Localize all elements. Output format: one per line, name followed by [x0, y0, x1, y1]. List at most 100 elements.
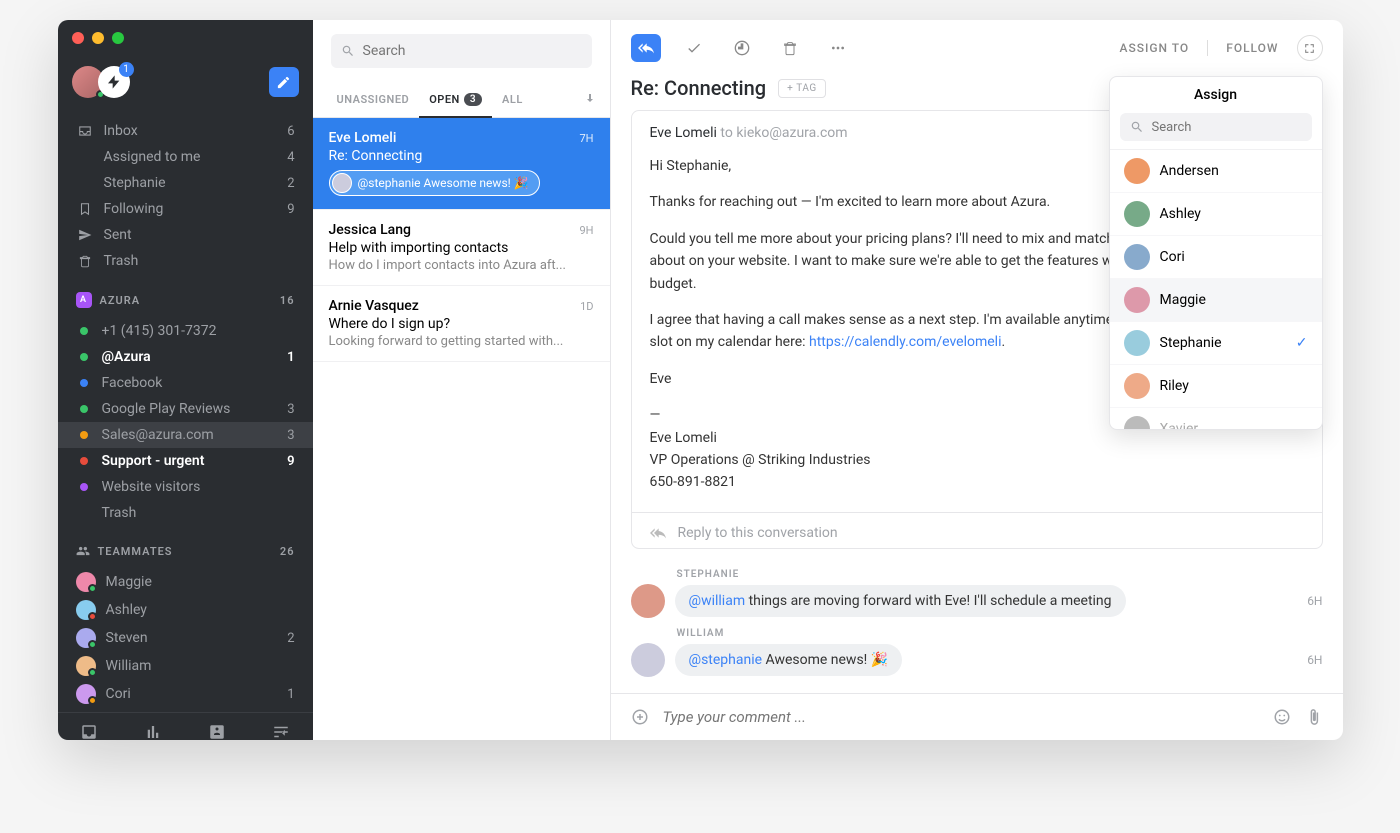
follow-button[interactable]: FOLLOW: [1226, 41, 1278, 55]
channel-dot: [80, 327, 88, 335]
conversation-item[interactable]: Eve Lomeli7HRe: Connecting@stephanie Awe…: [313, 118, 610, 210]
tab-unassigned[interactable]: UNASSIGNED: [327, 82, 420, 117]
channel--1-415-301-7372[interactable]: +1 (415) 301-7372: [58, 318, 313, 344]
channel-website-visitors[interactable]: Website visitors: [58, 474, 313, 500]
assign-option-andersen[interactable]: Andersen: [1110, 150, 1322, 193]
nav-main: Inbox6Assigned to me4Stephanie2Following…: [58, 114, 313, 278]
channel-facebook[interactable]: Facebook: [58, 370, 313, 396]
more-button[interactable]: [823, 34, 853, 62]
comment: WILLIAM@stephanie Awesome news! 🎉6H: [631, 628, 1323, 677]
workspace-header[interactable]: A AZURA 16: [58, 278, 313, 314]
profile-avatar-pair[interactable]: 1: [72, 66, 130, 98]
sidebar-header: 1: [58, 58, 313, 114]
avatar: [1124, 158, 1150, 184]
reply-icon: [650, 525, 666, 541]
channel-sales-azura-com[interactable]: Sales@azura.com3: [58, 422, 313, 448]
channel-dot: [80, 379, 88, 387]
minimize-window-button[interactable]: [92, 32, 104, 44]
assign-option-ashley[interactable]: Ashley: [1110, 193, 1322, 236]
detail-toolbar: ASSIGN TO FOLLOW: [611, 20, 1343, 76]
trash-icon: [782, 40, 798, 56]
mention[interactable]: @stephanie: [689, 652, 763, 668]
channel-dot: [80, 509, 88, 517]
add-comment-icon[interactable]: [631, 708, 649, 726]
tab-open[interactable]: OPEN3: [419, 82, 492, 117]
close-window-button[interactable]: [72, 32, 84, 44]
workspace-icon: A: [76, 292, 92, 308]
comment: STEPHANIE@william things are moving forw…: [631, 569, 1323, 618]
reply-placeholder: Reply to this conversation: [678, 525, 838, 541]
trash-button[interactable]: [775, 34, 805, 62]
teammates-header[interactable]: TEAMMATES 26: [58, 530, 313, 564]
sort-down-icon: [584, 92, 596, 104]
assign-option-riley[interactable]: Riley: [1110, 365, 1322, 408]
trash-icon: [76, 254, 94, 268]
search-input[interactable]: [331, 34, 592, 68]
teammate-cori[interactable]: Cori1: [58, 680, 313, 708]
conversation-item[interactable]: Arnie Vasquez1DWhere do I sign up?Lookin…: [313, 286, 610, 362]
teammate-william[interactable]: William: [58, 652, 313, 680]
check-icon: [686, 40, 702, 56]
assign-option-maggie[interactable]: Maggie: [1110, 279, 1322, 322]
nav-following[interactable]: Following9: [58, 196, 313, 222]
channel-dot: [80, 353, 88, 361]
channel-trash[interactable]: Trash: [58, 500, 313, 526]
avatar: [76, 600, 96, 620]
avatar: [1124, 330, 1150, 356]
assign-to-button[interactable]: ASSIGN TO: [1120, 41, 1190, 55]
search-icon: [1130, 120, 1144, 134]
avatar: [1124, 244, 1150, 270]
teammate-ashley[interactable]: Ashley: [58, 596, 313, 624]
bottom-settings-button[interactable]: [249, 723, 313, 740]
search-icon: [341, 44, 355, 58]
assign-popover: Assign AndersenAshleyCoriMaggieStephanie…: [1109, 76, 1323, 430]
bottom-inbox-button[interactable]: [58, 723, 122, 740]
chart-icon: [144, 723, 162, 740]
maximize-window-button[interactable]: [112, 32, 124, 44]
nav-sent[interactable]: Sent: [58, 222, 313, 248]
archive-button[interactable]: [679, 34, 709, 62]
channel--azura[interactable]: @Azura1: [58, 344, 313, 370]
comment-input[interactable]: [663, 708, 1259, 726]
dots-icon: [830, 40, 846, 56]
snooze-button[interactable]: [727, 34, 757, 62]
teammate-maggie[interactable]: Maggie: [58, 568, 313, 596]
teammates-count: 26: [280, 545, 295, 558]
nav-stephanie[interactable]: Stephanie2: [58, 170, 313, 196]
reply-button[interactable]: [631, 34, 661, 62]
list-filter-tabs: UNASSIGNED OPEN3 ALL: [313, 82, 610, 118]
email-to: kieko@azura.com: [736, 125, 847, 141]
bottom-contacts-button[interactable]: [185, 723, 249, 740]
sort-button[interactable]: [584, 92, 596, 107]
avatar: [1124, 373, 1150, 399]
mention[interactable]: @william: [689, 593, 746, 609]
reply-zone[interactable]: Reply to this conversation: [632, 512, 1322, 549]
calendly-link[interactable]: https://calendly.com/evelomeli: [809, 334, 1001, 350]
expand-button[interactable]: [1297, 35, 1323, 61]
avatar: [76, 628, 96, 648]
bookmark-icon: [76, 202, 94, 216]
attach-icon[interactable]: [1305, 708, 1323, 726]
nav-inbox[interactable]: Inbox6: [58, 118, 313, 144]
avatar: [76, 656, 96, 676]
tab-all[interactable]: ALL: [492, 82, 533, 117]
add-tag-button[interactable]: +TAG: [778, 79, 826, 98]
nav-assigned-to-me[interactable]: Assigned to me4: [58, 144, 313, 170]
conversation-item[interactable]: Jessica Lang9HHelp with importing contac…: [313, 210, 610, 286]
assign-option-xavier[interactable]: Xavier: [1110, 408, 1322, 429]
assign-search-input[interactable]: [1120, 113, 1312, 141]
activity-button[interactable]: 1: [98, 66, 130, 98]
assign-option-stephanie[interactable]: Stephanie✓: [1110, 322, 1322, 365]
open-count-badge: 3: [464, 93, 482, 106]
emoji-icon[interactable]: [1273, 708, 1291, 726]
compose-button[interactable]: [269, 67, 299, 97]
search-bar: [313, 20, 610, 82]
channel-google-play-reviews[interactable]: Google Play Reviews3: [58, 396, 313, 422]
nav-trash[interactable]: Trash: [58, 248, 313, 274]
subject-title: Re: Connecting: [631, 76, 767, 100]
workspace-count: 16: [280, 294, 295, 307]
teammate-steven[interactable]: Steven2: [58, 624, 313, 652]
assign-option-cori[interactable]: Cori: [1110, 236, 1322, 279]
channel-support-urgent[interactable]: Support - urgent9: [58, 448, 313, 474]
bottom-analytics-button[interactable]: [121, 723, 185, 740]
